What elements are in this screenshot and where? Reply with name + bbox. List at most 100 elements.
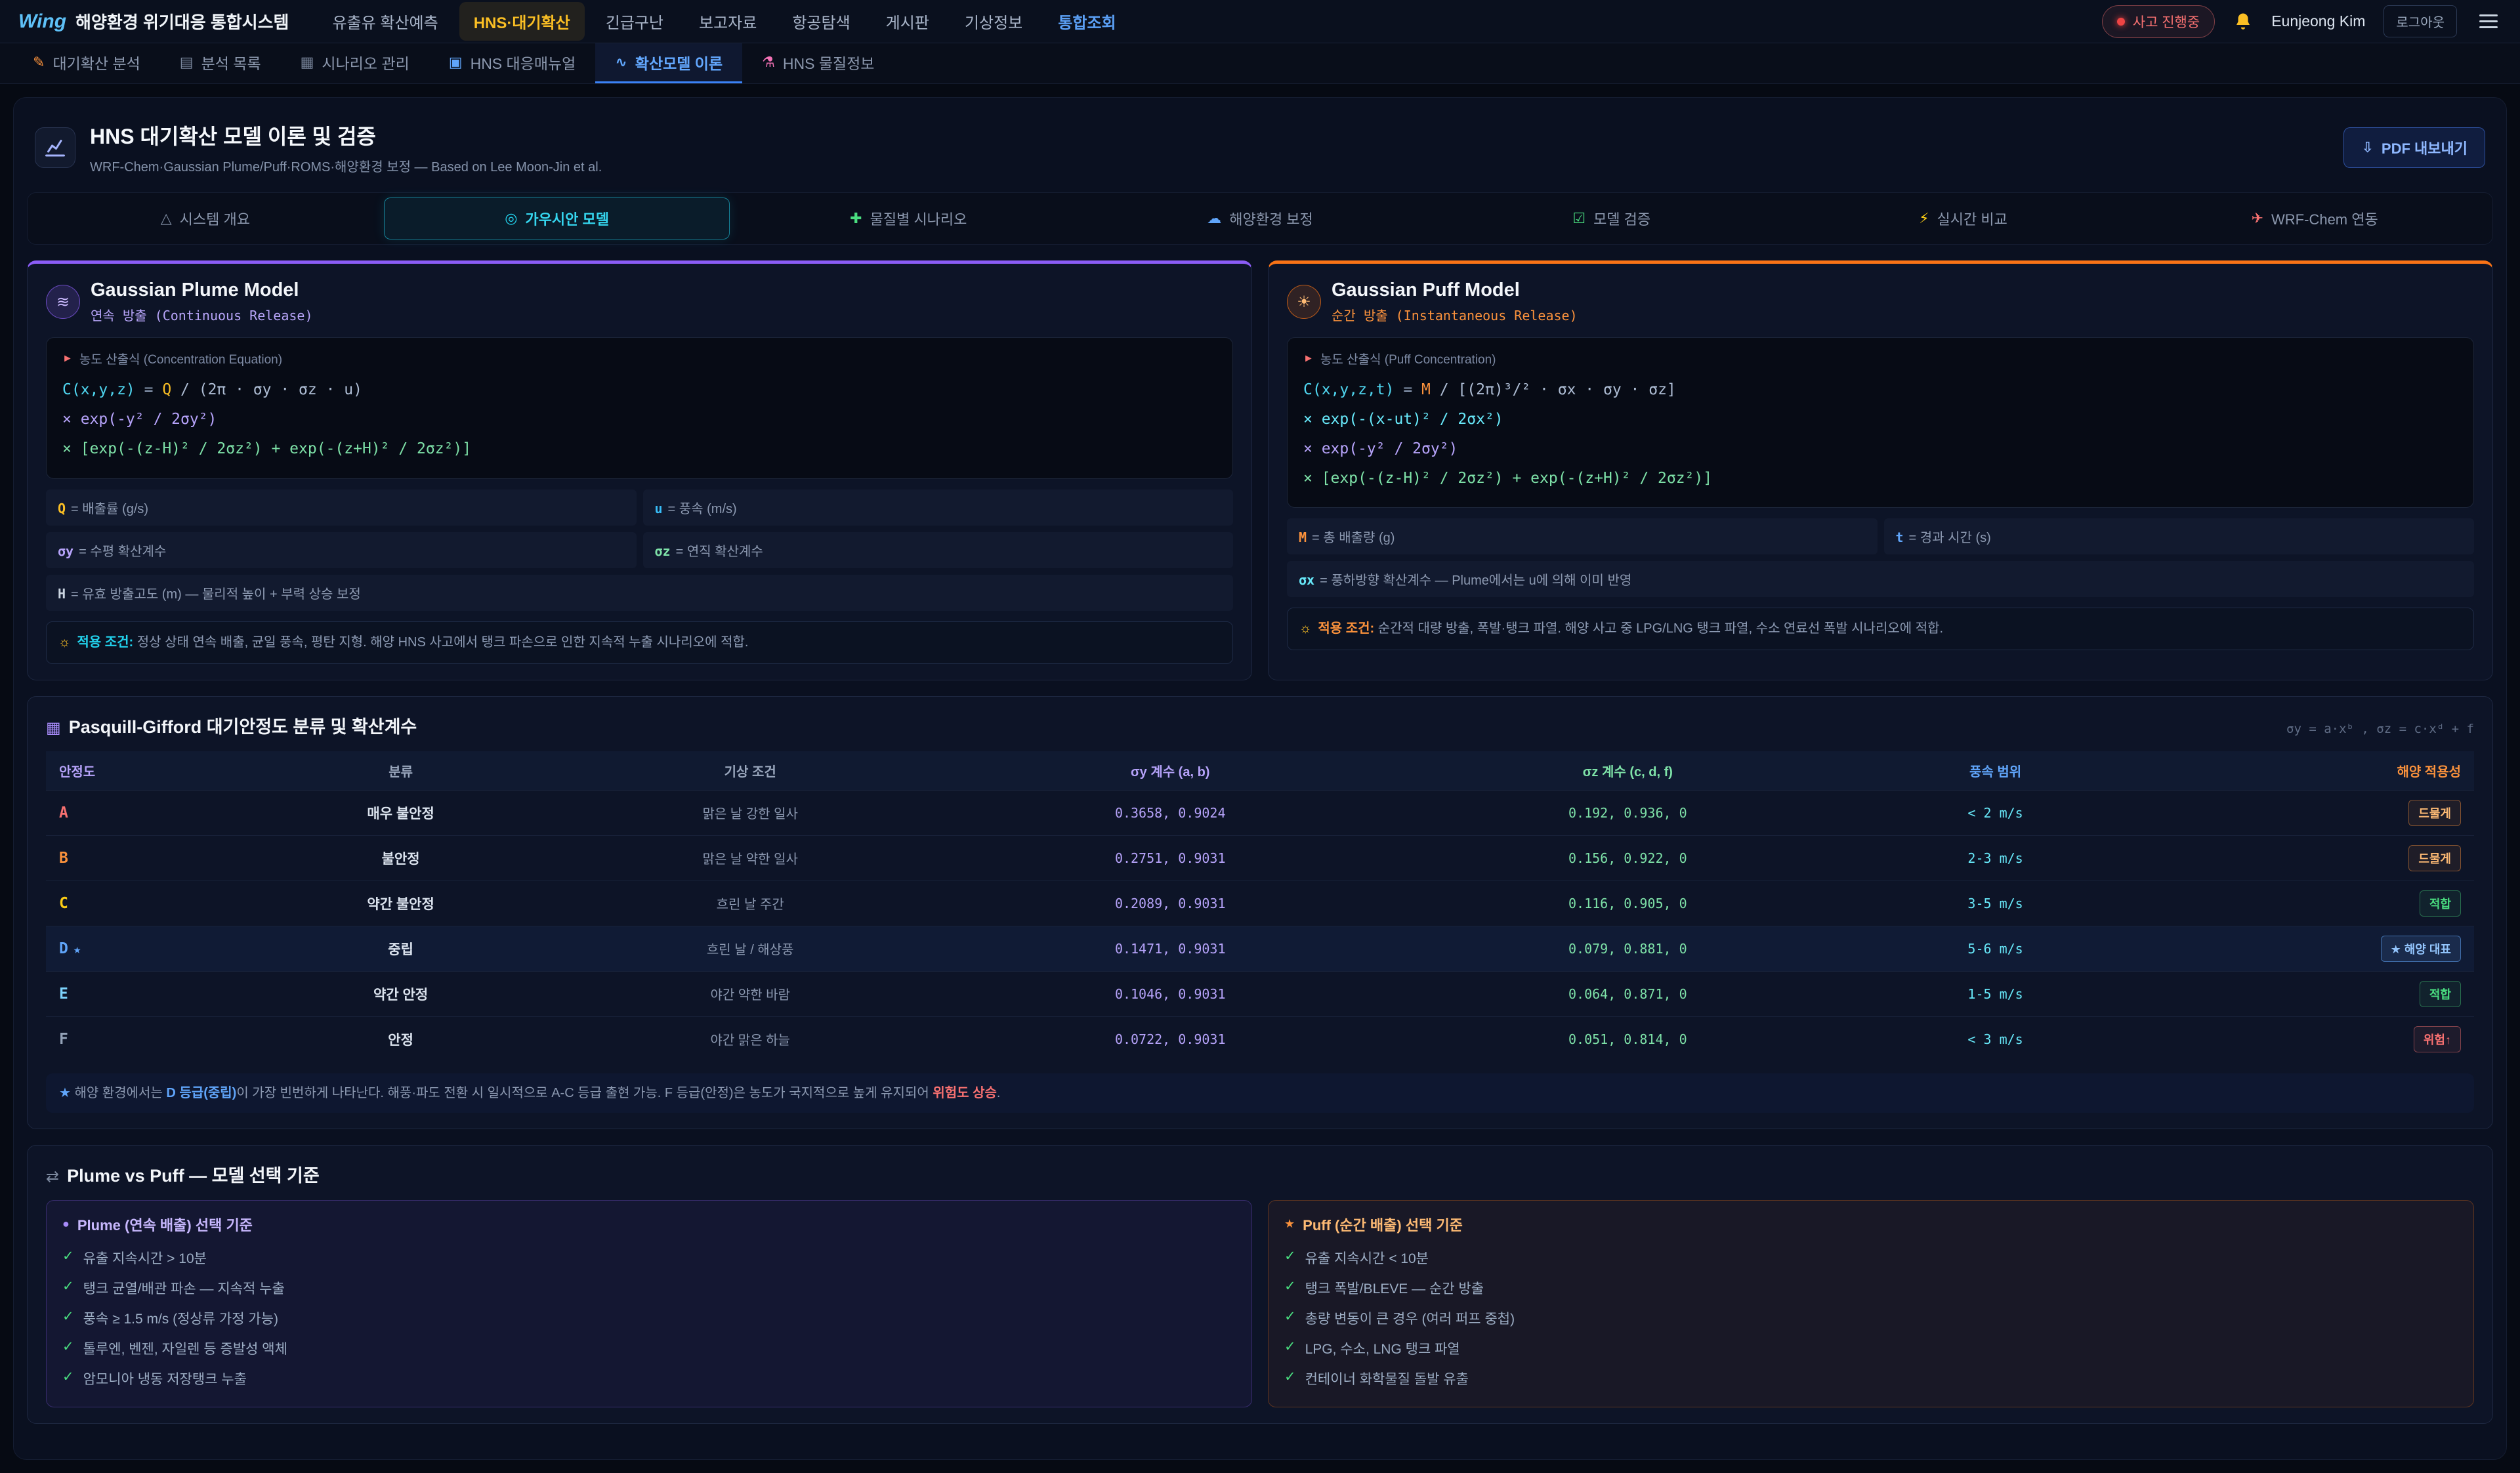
tab-marine-correction[interactable]: ☁ 해양환경 보정 [1087, 197, 1433, 239]
param-desc: = 배출률 (g/s) [71, 502, 148, 516]
param-desc: = 풍하방향 확산계수 — Plume에서는 u에 의해 이미 반영 [1320, 573, 1631, 588]
notification-bell-icon[interactable] [2233, 12, 2253, 31]
check-icon: ✓ [62, 1248, 74, 1268]
plume-waves-icon: ≋ [46, 285, 80, 319]
puff-application-note: ☼적용 조건: 순간적 대량 방출, 폭발·탱크 파열. 해양 사고 중 LPG… [1287, 608, 2474, 650]
selection-boxes: ● Plume (연속 배출) 선택 기준 ✓유출 지속시간 > 10분 ✓탱크… [46, 1200, 2474, 1407]
subtab-analysis-list[interactable]: ▤ 분석 목록 [160, 43, 281, 83]
gaussian-puff-card: ☀ Gaussian Puff Model 순간 방출 (Instantaneo… [1268, 260, 2493, 680]
grade-cell: C [46, 881, 249, 926]
subtab-diffusion-analysis[interactable]: ✎ 대기확산 분석 [13, 43, 160, 83]
list-item: ✓총량 변동이 큰 경우 (여러 퍼프 중첩) [1284, 1303, 2458, 1333]
note-line: ☼적용 조건: 정상 상태 연속 배출, 균일 풍속, 평탄 지형. 해양 HN… [58, 635, 748, 650]
puff-burst-icon: ☀ [1287, 285, 1321, 319]
grade-letter: F [59, 1031, 68, 1048]
badge-cell: 적합 [2128, 971, 2474, 1016]
nav-weather-info[interactable]: 기상정보 [950, 2, 1037, 41]
eq-var: M [1421, 381, 1431, 398]
logout-button[interactable]: 로그아웃 [2384, 5, 2457, 37]
subtab-diffusion-model-theory[interactable]: ∿ 확산모델 이론 [595, 43, 742, 83]
main-nav: 유출유 확산예측 HNS·대기확산 긴급구난 보고자료 항공탐색 게시판 기상정… [318, 2, 1130, 41]
subtab-hns-substance-info[interactable]: ⚗ HNS 물질정보 [742, 43, 894, 83]
nav-reports[interactable]: 보고자료 [684, 2, 771, 41]
ruler-icon: △ [161, 210, 172, 227]
grade-letter: A [59, 804, 68, 821]
pdf-export-button[interactable]: ⇩ PDF 내보내기 [2343, 127, 2485, 168]
class-cell: 약간 불안정 [249, 881, 553, 926]
topnav-right-cluster: 사고 진행중 Eunjeong Kim 로그아웃 [2102, 5, 2502, 38]
folder-icon: ▦ [301, 54, 314, 71]
nav-integrated-search[interactable]: 통합조회 [1043, 2, 1130, 41]
sigma-z-cell: 0.051, 0.814, 0 [1393, 1016, 1863, 1062]
nav-emergency-rescue[interactable]: 긴급구난 [591, 2, 678, 41]
check-icon: ✓ [1284, 1369, 1296, 1388]
sub-navigation-bar: ✎ 대기확산 분석 ▤ 분석 목록 ▦ 시나리오 관리 ▣ HNS 대응매뉴얼 … [0, 43, 2520, 84]
nav-oil-spill-prediction[interactable]: 유출유 확산예측 [318, 2, 452, 41]
subtab-label: HNS 물질정보 [783, 51, 875, 73]
sigma-y-cell: 0.1471, 0.9031 [948, 926, 1393, 971]
plume-criteria-box: ● Plume (연속 배출) 선택 기준 ✓유출 지속시간 > 10분 ✓탱크… [46, 1200, 1252, 1407]
list-item: ✓LPG, 수소, LNG 탱크 파열 [1284, 1333, 2458, 1363]
puff-equation-line-4: × [exp(-(z-H)² / 2σz²) + exp(-(z+H)² / 2… [1303, 464, 2458, 493]
table-row-a: A 매우 불안정 맑은 날 강한 일사 0.3658, 0.9024 0.192… [46, 790, 2474, 835]
sigma-z-cell: 0.192, 0.936, 0 [1393, 790, 1863, 835]
tab-gaussian-model[interactable]: ◎ 가우시안 모델 [384, 197, 730, 239]
col-marine-applicability: 해양 적용성 [2128, 751, 2474, 791]
app-logo[interactable]: Wing 해양환경 위기대응 통합시스템 [18, 9, 289, 33]
param-sigma-z: σz= 연직 확산계수 [643, 532, 1234, 568]
applicability-badge: 드물게 [2408, 800, 2461, 826]
subtab-label: 대기확산 분석 [52, 51, 140, 73]
footnote-text: 해양 환경에서는 [71, 1086, 166, 1100]
purple-dot-icon: ● [62, 1217, 70, 1231]
nav-hns-atmospheric-diffusion[interactable]: HNS·대기확산 [459, 2, 585, 41]
subtab-scenario-management[interactable]: ▦ 시나리오 관리 [281, 43, 429, 83]
list-item: ✓탱크 폭발/BLEVE — 순간 방출 [1284, 1273, 2458, 1303]
sigma-y-cell: 0.0722, 0.9031 [948, 1016, 1393, 1062]
footnote-text: 이 가장 빈번하게 나타난다. 해풍·파도 전환 시 일시적으로 A-C 등급 … [236, 1086, 933, 1100]
selection-panel-title: Plume vs Puff — 모델 선택 기준 [67, 1161, 320, 1187]
stability-table-head: 안정도 분류 기상 조건 σy 계수 (a, b) σz 계수 (c, d, f… [46, 751, 2474, 791]
grade-cell: A [46, 790, 249, 835]
pin-icon: ► [62, 353, 73, 365]
wind-cell: 1-5 m/s [1863, 971, 2128, 1016]
param-var: u [655, 501, 663, 516]
puff-equation-line-3: × exp(-y² / 2σy²) [1303, 434, 2458, 464]
nav-board[interactable]: 게시판 [872, 2, 944, 41]
puff-parameters: M= 총 배출량 (g) t= 경과 시간 (s) σx= 풍하방향 확산계수 … [1287, 518, 2474, 597]
sigma-y-cell: 0.3658, 0.9024 [948, 790, 1393, 835]
badge-cell: 드물게 [2128, 790, 2474, 835]
applicability-badge: 적합 [2420, 890, 2461, 917]
tab-substance-scenarios[interactable]: ✚ 물질별 시나리오 [735, 197, 1082, 239]
menu-icon[interactable] [2475, 10, 2502, 32]
nav-aerial-search[interactable]: 항공탐색 [778, 2, 864, 41]
pdf-export-label: PDF 내보내기 [2382, 137, 2468, 158]
tab-system-overview[interactable]: △ 시스템 개요 [32, 197, 379, 239]
bulb-icon: ☼ [1299, 621, 1311, 636]
page-chart-icon [35, 127, 75, 168]
param-desc: = 총 배출량 (g) [1312, 531, 1395, 545]
gaussian-icon: ◎ [505, 210, 517, 227]
col-sigma-y: σy 계수 (a, b) [948, 751, 1393, 791]
subtab-label: HNS 대응매뉴얼 [471, 51, 576, 73]
subtab-hns-response-manual[interactable]: ▣ HNS 대응매뉴얼 [429, 43, 596, 83]
page-header-text: HNS 대기확산 모델 이론 및 검증 WRF-Chem·Gaussian Pl… [90, 120, 602, 175]
sigma-y-cell: 0.2751, 0.9031 [948, 835, 1393, 881]
footnote-d-grade: D 등급(중립) [166, 1086, 236, 1100]
list-item: ✓암모니아 냉동 저장탱크 누출 [62, 1363, 1236, 1394]
grade-cell: F [46, 1016, 249, 1062]
plume-parameters: Q= 배출률 (g/s) u= 풍속 (m/s) σy= 수평 확산계수 σz=… [46, 489, 1233, 611]
check-icon: ✓ [62, 1308, 74, 1328]
grade-cell: B [46, 835, 249, 881]
check-square-icon: ☑ [1572, 210, 1586, 227]
param-h: H= 유효 방출고도 (m) — 물리적 높이 + 부력 상승 보정 [46, 575, 1233, 611]
class-cell: 약간 안정 [249, 971, 553, 1016]
incident-status-badge[interactable]: 사고 진행중 [2102, 5, 2215, 38]
wind-cell: < 3 m/s [1863, 1016, 2128, 1062]
lightning-icon: ⚡ [1919, 210, 1929, 227]
note-text: 정상 상태 연속 배출, 균일 풍속, 평탄 지형. 해양 HNS 사고에서 탱… [133, 635, 748, 650]
tab-realtime-comparison[interactable]: ⚡ 실시간 비교 [1790, 197, 2137, 239]
tab-model-validation[interactable]: ☑ 모델 검증 [1438, 197, 1785, 239]
plume-subtitle: 연속 방출 (Continuous Release) [91, 305, 313, 324]
tab-wrf-chem-integration[interactable]: ✈ WRF-Chem 연동 [2141, 197, 2488, 239]
criteria-text: 탱크 폭발/BLEVE — 순간 방출 [1305, 1278, 1484, 1298]
